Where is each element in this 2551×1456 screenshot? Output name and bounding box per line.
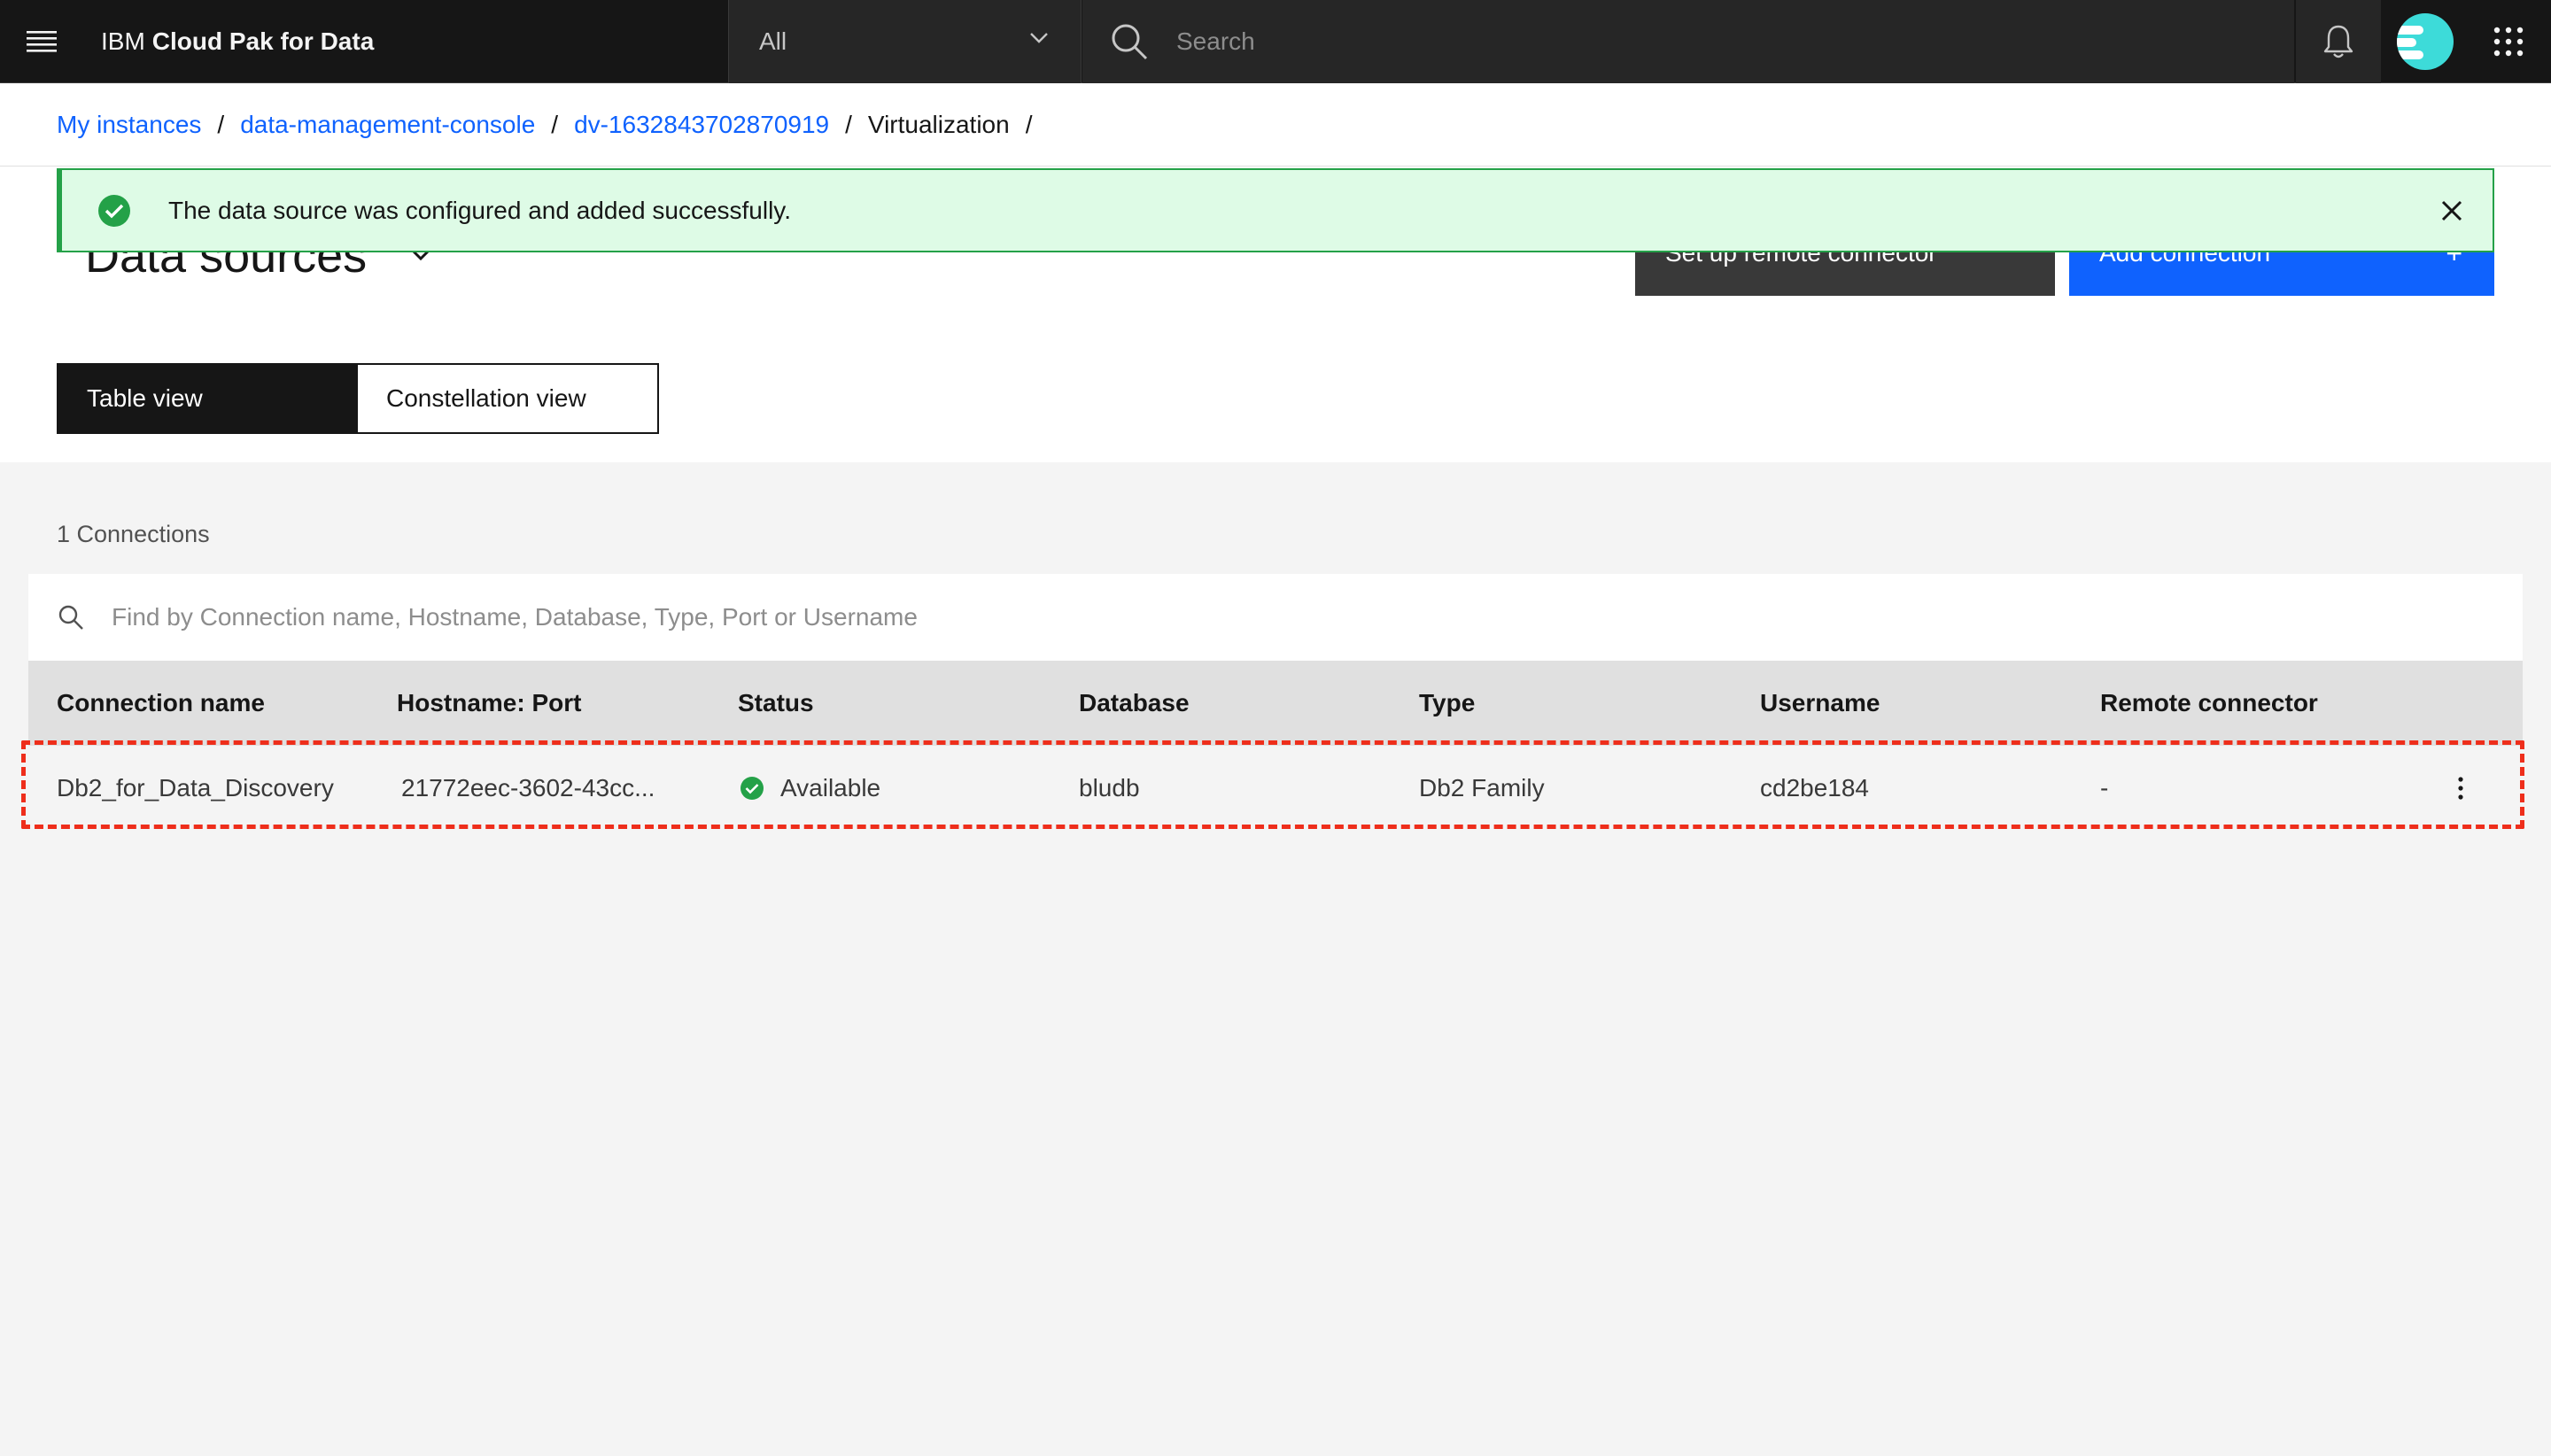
breadcrumb-my-instances[interactable]: My instances — [57, 111, 201, 139]
cell-username: cd2be184 — [1760, 774, 1870, 802]
column-type[interactable]: Type — [1419, 661, 1475, 746]
chevron-down-icon — [1030, 33, 1048, 43]
breadcrumb: My instances / data-management-console /… — [0, 83, 2551, 167]
app-switcher-icon[interactable] — [2466, 0, 2551, 83]
tab-constellation-view[interactable]: Constellation view — [356, 363, 659, 434]
cell-database: bludb — [1079, 774, 1140, 802]
status-label: Available — [780, 774, 881, 802]
breadcrumb-virtualization: Virtualization — [867, 110, 1010, 138]
checkmark-filled-icon — [740, 777, 764, 800]
table-search-placeholder: Find by Connection name, Hostname, Datab… — [112, 603, 918, 631]
cell-status: Available — [740, 746, 880, 831]
column-remote-connector[interactable]: Remote connector — [2100, 661, 2318, 746]
scope-dropdown[interactable]: All — [728, 0, 1082, 83]
breadcrumb-separator: / — [551, 110, 559, 138]
column-username[interactable]: Username — [1760, 661, 1880, 746]
column-hostname-port[interactable]: Hostname: Port — [397, 661, 581, 746]
avatar[interactable] — [2383, 0, 2468, 83]
breadcrumb-instance-id[interactable]: dv-1632843702870919 — [574, 111, 829, 139]
brand-name[interactable]: IBM Cloud Pak for Data — [101, 0, 374, 83]
column-connection-name[interactable]: Connection name — [57, 661, 265, 746]
brand-prefix: IBM — [101, 27, 145, 55]
global-search[interactable]: Search — [1082, 0, 2294, 83]
cell-type: Db2 Family — [1419, 774, 1545, 802]
table-row[interactable]: Db2_for_Data_Discovery 21772eec-3602-43c… — [28, 746, 2523, 831]
search-icon — [58, 605, 83, 630]
breadcrumb-data-management-console[interactable]: data-management-console — [240, 111, 535, 139]
breadcrumb-separator: / — [1025, 110, 1033, 138]
close-icon[interactable] — [2436, 195, 2468, 227]
brand-product: Cloud Pak for Data — [151, 27, 375, 55]
checkmark-filled-icon — [98, 194, 130, 227]
cell-connection-name[interactable]: Db2_for_Data_Discovery — [57, 746, 334, 831]
table-header: Connection name Hostname: Port Status Da… — [28, 661, 2523, 746]
notification-message: The data source was configured and added… — [168, 196, 792, 224]
connections-count: 1 Connections — [57, 521, 210, 547]
global-search-placeholder: Search — [1176, 27, 1255, 55]
overflow-menu-icon[interactable] — [2445, 772, 2477, 804]
menu-icon[interactable] — [0, 0, 83, 83]
cell-remote-connector: - — [2100, 774, 2109, 802]
breadcrumb-separator: / — [217, 110, 225, 138]
global-header: IBM Cloud Pak for Data All Search — [0, 0, 2551, 83]
column-database[interactable]: Database — [1079, 661, 1190, 746]
user-avatar-icon — [2397, 13, 2454, 70]
tab-table-view[interactable]: Table view — [57, 363, 356, 434]
table-search-input[interactable]: Find by Connection name, Hostname, Datab… — [28, 574, 2523, 661]
success-notification: The data source was configured and added… — [57, 168, 2494, 252]
notification-icon[interactable] — [2296, 0, 2381, 83]
scope-value: All — [759, 27, 787, 55]
breadcrumb-separator: / — [845, 110, 852, 138]
cell-hostname-port: 21772eec-3602-43cc... — [401, 774, 655, 802]
search-icon — [1082, 0, 1176, 83]
view-switcher: Table view Constellation view — [57, 363, 659, 434]
column-status[interactable]: Status — [738, 661, 814, 746]
app-frame: IBM Cloud Pak for Data All Search My ins… — [0, 0, 2551, 1456]
